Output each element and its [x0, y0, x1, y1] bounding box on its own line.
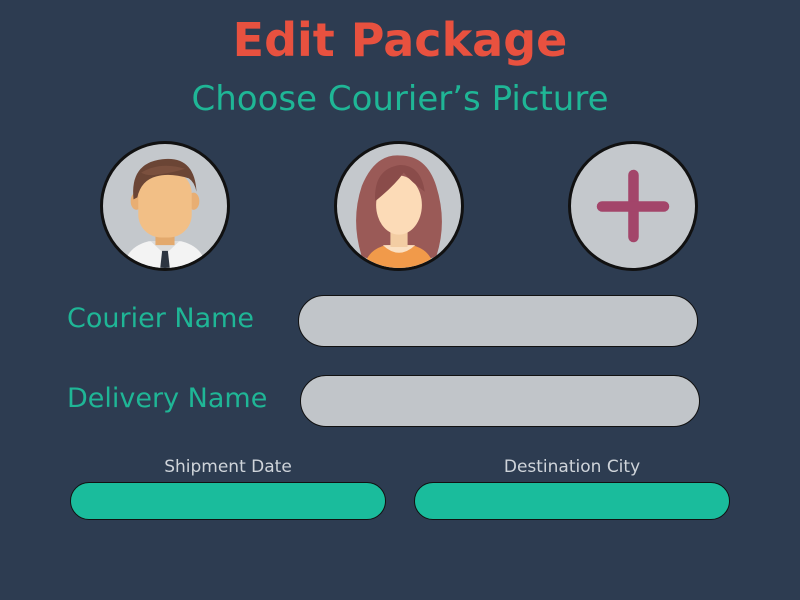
shipment-date-input[interactable]	[70, 482, 386, 520]
courier-name-label: Courier Name	[67, 303, 255, 334]
male-courier-avatar-button[interactable]	[100, 141, 230, 271]
male-avatar-icon	[123, 158, 207, 268]
female-avatar-icon	[356, 155, 442, 268]
delivery-name-input[interactable]	[300, 375, 700, 427]
shipment-date-label: Shipment Date	[164, 457, 292, 477]
destination-city-label: Destination City	[503, 457, 641, 477]
page-title: Edit Package	[232, 13, 568, 67]
page-subtitle: Choose Courier’s Picture	[191, 79, 609, 119]
female-courier-avatar-button[interactable]	[334, 141, 464, 271]
delivery-name-label: Delivery Name	[67, 383, 268, 414]
plus-icon	[596, 169, 670, 243]
add-picture-button[interactable]	[568, 141, 698, 271]
destination-city-input[interactable]	[414, 482, 730, 520]
courier-name-input[interactable]	[298, 295, 698, 347]
